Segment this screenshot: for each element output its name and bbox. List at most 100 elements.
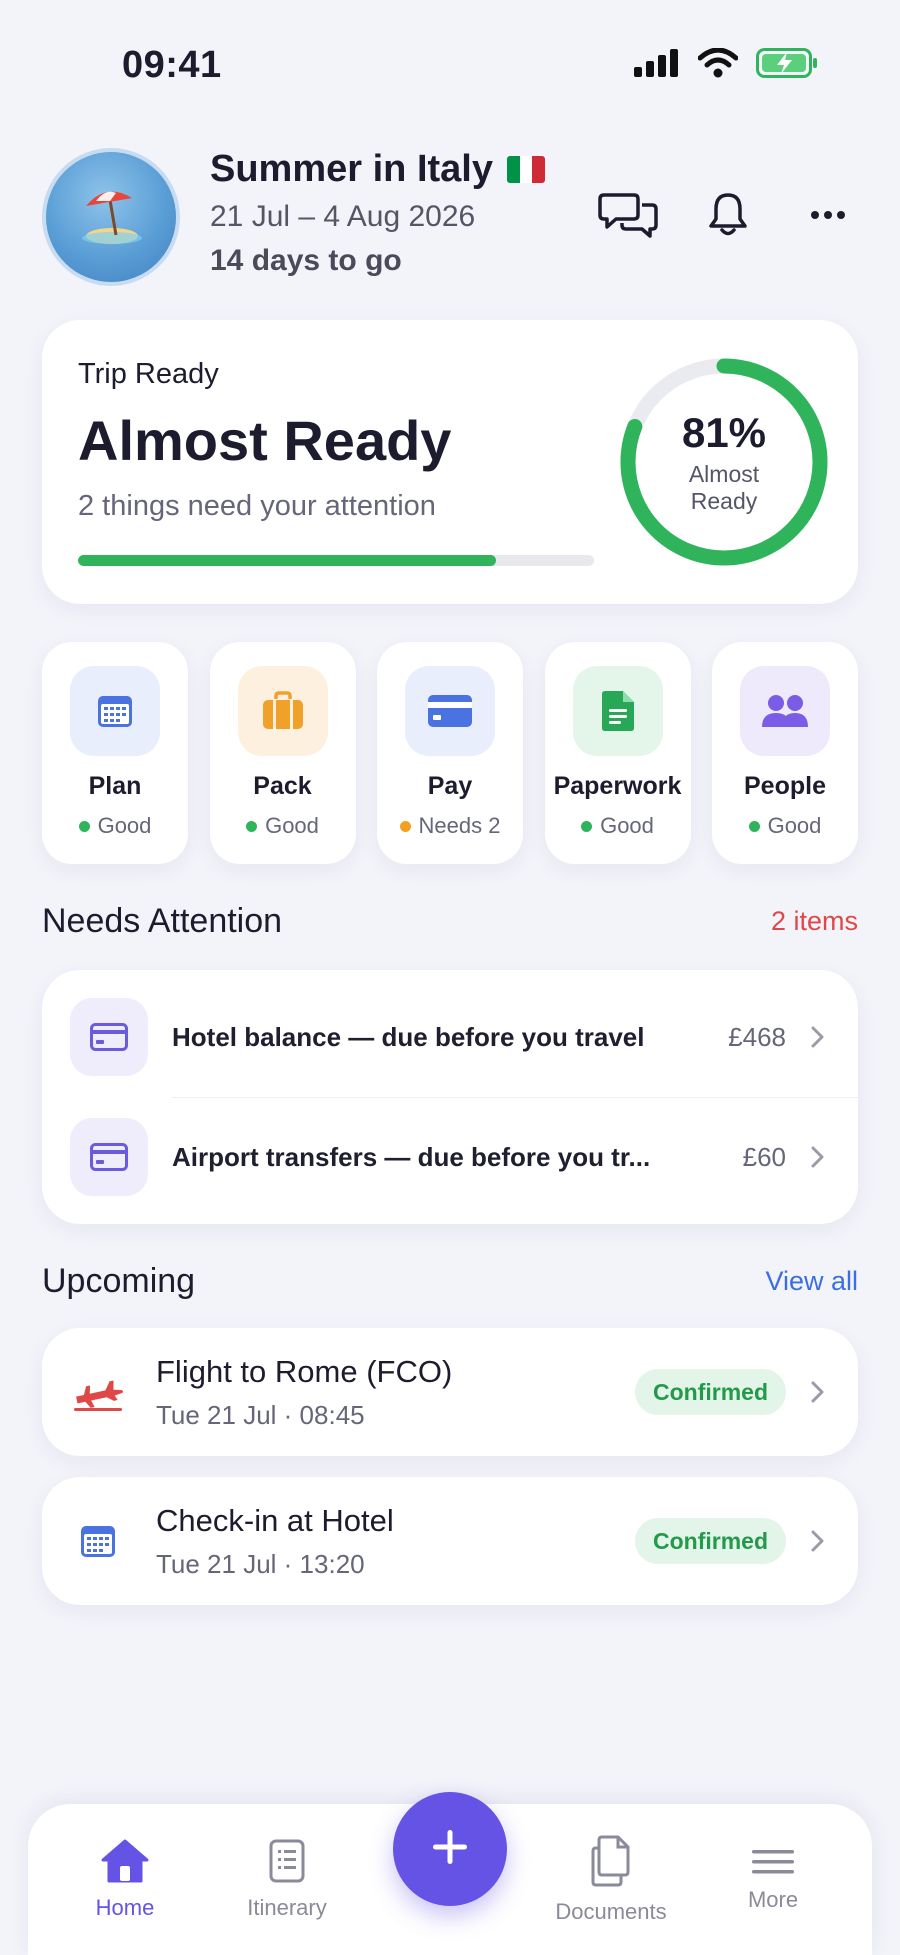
calendar-icon	[70, 1513, 126, 1569]
ready-kicker: Trip Ready	[78, 358, 219, 390]
upcoming-item-time: Tue 21 Jul · 13:20	[156, 1549, 365, 1579]
ready-progress-bar	[78, 555, 594, 566]
ring-center: 81% Almost Ready	[616, 354, 832, 570]
attention-item-amount: £468	[728, 1021, 786, 1052]
bell-icon	[708, 191, 748, 242]
status-dot-icon	[399, 820, 411, 832]
needs-attention-card: Hotel balance — due before you travel £4…	[42, 970, 858, 1224]
trip-header: Summer in Italy 21 Jul – 4 Aug 2026 14 d…	[0, 140, 900, 290]
category-status: Needs 2	[399, 813, 501, 839]
ellipsis-icon	[810, 207, 846, 225]
upcoming-item-time: Tue 21 Jul · 08:45	[156, 1400, 365, 1430]
header-actions	[598, 188, 858, 244]
nav-itinerary[interactable]: Itinerary	[217, 1838, 357, 1921]
needs-attention-header: Needs Attention 2 items	[42, 902, 858, 941]
ready-percent: 81%	[681, 409, 767, 456]
credit-card-icon	[405, 666, 495, 756]
category-name: Plan	[88, 772, 142, 800]
status-dot-icon	[246, 820, 258, 832]
home-icon	[100, 1838, 150, 1889]
trip-avatar[interactable]	[42, 148, 180, 286]
ready-progress-fill	[78, 555, 496, 566]
more-options-button[interactable]	[798, 188, 858, 244]
ready-progress-ring: 81% Almost Ready	[616, 354, 832, 570]
category-status: Good	[78, 813, 152, 839]
ready-subtitle: 2 things need your attention	[78, 490, 436, 522]
chat-button[interactable]	[598, 188, 658, 244]
chevron-right-icon	[806, 1381, 828, 1403]
nav-documents[interactable]: Documents	[541, 1834, 681, 1925]
category-status-text: Needs 2	[418, 813, 501, 838]
documents-icon	[588, 1834, 634, 1893]
nav-label: More	[747, 1887, 799, 1912]
notifications-button[interactable]	[698, 188, 758, 244]
trip-title: Summer in Italy	[210, 148, 545, 191]
category-pay[interactable]: Pay Needs 2	[377, 642, 523, 864]
upcoming-header: Upcoming View all	[42, 1262, 858, 1301]
category-pack[interactable]: Pack Good	[209, 642, 356, 864]
category-name: Pack	[253, 772, 312, 800]
battery-icon	[756, 48, 818, 83]
category-plan[interactable]: Plan Good	[42, 642, 188, 864]
ready-ring-label: Almost Ready	[688, 461, 760, 514]
category-paperwork[interactable]: Paperwork Good	[544, 642, 691, 864]
credit-card-icon	[70, 1118, 148, 1196]
calendar-icon	[70, 666, 160, 756]
attention-item[interactable]: Airport transfers — due before you tr...…	[42, 1097, 858, 1217]
category-people[interactable]: People Good	[712, 642, 858, 864]
add-button[interactable]	[393, 1792, 507, 1906]
category-status-text: Good	[767, 813, 822, 838]
nav-label: Home	[95, 1895, 155, 1920]
trip-ready-card[interactable]: Trip Ready Almost Ready 2 things need yo…	[42, 320, 858, 604]
status-dot-icon	[78, 820, 90, 832]
nav-label: Documents	[555, 1899, 667, 1924]
status-badge: Confirmed	[635, 1369, 786, 1415]
attention-item-amount: £60	[742, 1141, 786, 1172]
needs-attention-title: Needs Attention	[42, 902, 283, 940]
category-name: Pay	[427, 772, 473, 800]
chevron-right-icon	[806, 1146, 828, 1168]
category-status-text: Good	[97, 813, 152, 838]
chevron-right-icon	[806, 1026, 828, 1048]
plus-icon	[429, 1826, 471, 1873]
upcoming-item-title: Check-in at Hotel	[156, 1503, 394, 1538]
upcoming-item-title: Flight to Rome (FCO)	[156, 1354, 453, 1389]
upcoming-title: Upcoming	[42, 1262, 196, 1300]
attention-item-text: Hotel balance — due before you travel	[172, 1021, 645, 1052]
trip-dates: 21 Jul – 4 Aug 2026	[210, 200, 476, 233]
attention-item-text: Airport transfers — due before you tr...	[172, 1141, 651, 1172]
trip-countdown: 14 days to go	[210, 244, 402, 277]
status-icons	[634, 47, 818, 83]
category-status: Good	[246, 813, 319, 839]
nav-more[interactable]: More	[703, 1848, 843, 1913]
category-status: Good	[748, 813, 822, 839]
nav-home[interactable]: Home	[55, 1838, 195, 1921]
credit-card-icon	[70, 998, 148, 1076]
itinerary-icon	[268, 1838, 306, 1889]
people-icon	[740, 666, 830, 756]
menu-icon	[751, 1848, 795, 1881]
ready-title: Almost Ready	[78, 409, 452, 472]
suitcase-icon	[237, 666, 328, 756]
category-status: Good	[581, 813, 654, 839]
category-name: Paperwork	[553, 772, 682, 800]
document-icon	[572, 666, 663, 756]
airplane-icon	[70, 1364, 126, 1420]
category-status-text: Good	[600, 813, 654, 838]
chevron-right-icon	[806, 1530, 828, 1552]
beach-umbrella-icon	[76, 180, 146, 255]
chat-icon	[598, 189, 658, 244]
upcoming-item[interactable]: Check-in at Hotel Tue 21 Jul · 13:20 Con…	[42, 1477, 858, 1605]
signal-icon	[634, 49, 680, 82]
nav-label: Itinerary	[247, 1895, 327, 1920]
italy-flag-icon	[506, 156, 545, 183]
status-badge: Confirmed	[635, 1518, 786, 1564]
wifi-icon	[697, 47, 739, 83]
category-row: Plan Good Pack Good Pay Needs 2 Paperwor…	[42, 642, 858, 864]
trip-title-text: Summer in Italy	[210, 148, 493, 190]
attention-item[interactable]: Hotel balance — due before you travel £4…	[42, 977, 858, 1097]
upcoming-item[interactable]: Flight to Rome (FCO) Tue 21 Jul · 08:45 …	[42, 1328, 858, 1456]
view-all-link[interactable]: View all	[765, 1266, 858, 1297]
status-dot-icon	[581, 820, 593, 832]
status-dot-icon	[748, 820, 760, 832]
